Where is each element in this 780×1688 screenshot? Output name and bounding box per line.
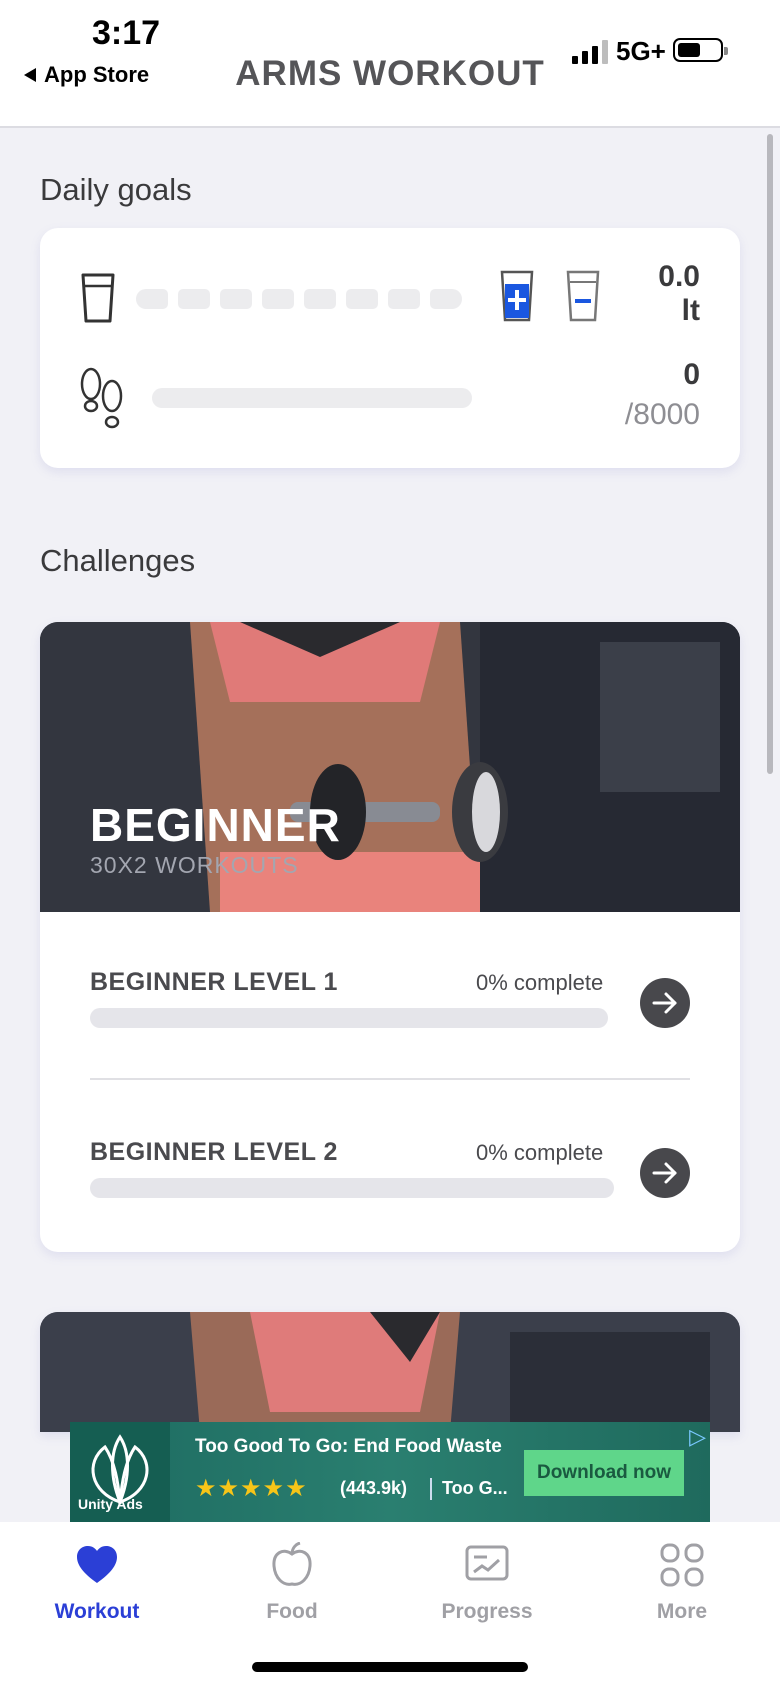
steps-goal: /8000 [624,398,700,431]
heart-icon [77,1546,117,1583]
scrollbar[interactable] [767,134,773,774]
level-progress-bar [90,1008,608,1028]
arrow-right-icon [652,992,677,1014]
status-time: 3:17 [92,14,161,52]
tab-progress[interactable]: Progress [412,1536,562,1624]
water-segment [136,289,168,309]
next-challenge-card[interactable] [40,1312,740,1432]
add-water-button[interactable] [500,270,534,322]
water-segment [388,289,420,309]
level-2-start-button[interactable] [640,1148,690,1198]
water-amount: 0.0 lt [658,260,700,328]
ad-banner[interactable]: Unity Ads Too Good To Go: End Food Waste… [70,1422,710,1522]
level-label: BEGINNER LEVEL 1 [90,968,338,996]
ad-rating-stars: ★★★★★ [195,1475,308,1502]
water-segment [304,289,336,309]
water-segment [346,289,378,309]
top-bar: 3:17 App Store ARMS WORKOUT 5G+ [0,0,780,128]
battery-icon [673,38,728,62]
water-value: 0.0 [658,260,700,293]
remove-water-button[interactable] [566,270,600,322]
ad-network-label: Unity Ads [78,1496,143,1512]
ad-separator [430,1478,432,1500]
level-divider [90,1078,690,1080]
level-label: BEGINNER LEVEL 2 [90,1138,338,1166]
home-indicator[interactable] [252,1662,528,1672]
level-percent: 0% complete [476,1140,604,1165]
chart-card-icon [465,1545,509,1581]
level-percent: 0% complete [476,970,604,995]
level-progress-bar [90,1178,614,1198]
tab-label: More [656,1600,708,1623]
tab-workout[interactable]: Workout [22,1536,172,1624]
ad-download-button[interactable]: Download now [524,1450,684,1496]
water-unit: lt [681,294,700,327]
water-segment [262,289,294,309]
arrow-right-icon [652,1162,677,1184]
steps-progress-bar [152,388,472,408]
footsteps-icon [80,367,123,429]
network-type: 5G+ [616,36,666,66]
daily-goals-card: 0.0 lt 0 /8000 [40,228,740,468]
water-segment [178,289,210,309]
steps-count: 0 [683,358,700,391]
level-1-start-button[interactable] [640,978,690,1028]
daily-goals-heading: Daily goals [40,172,192,207]
water-segment [220,289,252,309]
apple-icon [272,1542,312,1586]
tab-food[interactable]: Food [217,1536,367,1624]
challenges-heading: Challenges [40,543,196,578]
ad-title: Too Good To Go: End Food Waste [195,1436,502,1457]
tab-label: Workout [54,1600,140,1623]
next-challenge-photo [40,1312,740,1432]
beginner-hero-image: BEGINNER 30X2 WORKOUTS [40,622,740,912]
tab-label: Progress [441,1600,533,1623]
tab-more[interactable]: More [607,1536,757,1624]
ad-rating-count: (443.9k) [340,1478,408,1498]
signal-icon [572,40,608,64]
ad-more-text: Too G... [442,1478,508,1498]
tab-label: Food [266,1600,318,1623]
challenge-subtitle: 30X2 WORKOUTS [90,852,299,878]
grid-icon [660,1543,704,1587]
adchoices-icon[interactable]: ▷ [689,1424,706,1450]
challenge-name: BEGINNER [90,799,341,851]
beginner-challenge-card[interactable]: BEGINNER 30X2 WORKOUTS BEGINNER LEVEL 1 … [40,622,740,1252]
water-segment [430,289,462,309]
water-glass-icon [81,273,115,323]
